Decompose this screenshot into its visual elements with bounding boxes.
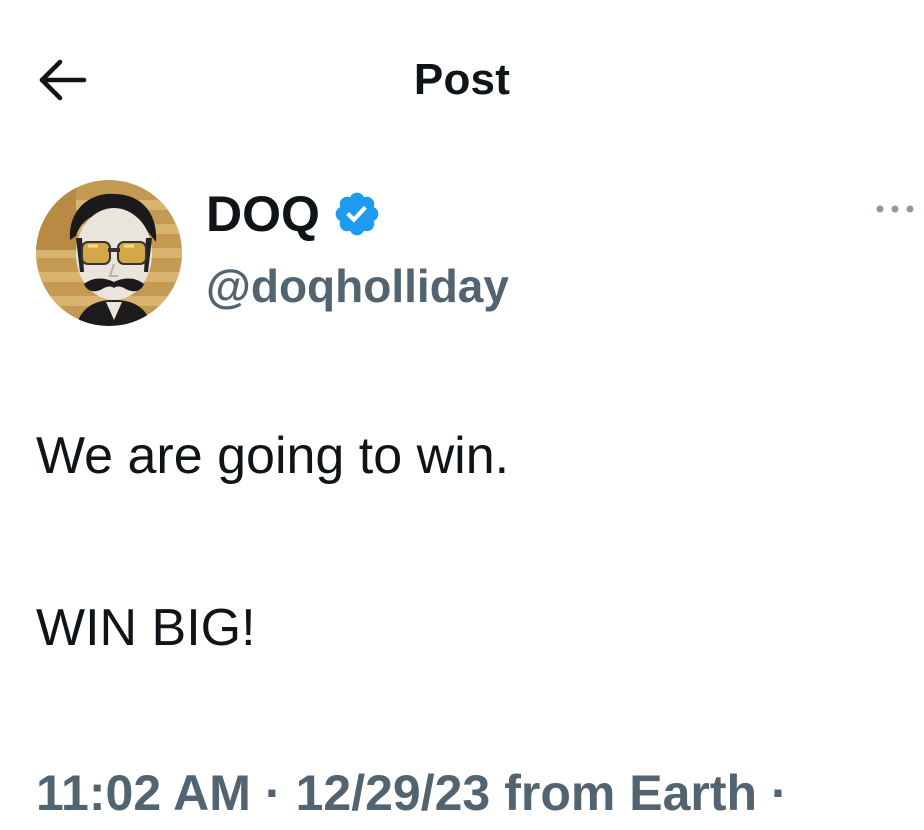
post-source: from Earth [504, 765, 758, 821]
post-date[interactable]: 12/29/23 [296, 762, 491, 824]
avatar[interactable] [36, 180, 182, 326]
meta-trailing-separator: · [771, 765, 788, 821]
author-row: DOQ @doqholliday [36, 180, 916, 330]
meta-separator: · [264, 765, 282, 821]
display-name[interactable]: DOQ [206, 184, 320, 244]
user-handle[interactable]: @doqholliday [206, 256, 509, 316]
more-options-button[interactable] [868, 194, 922, 224]
post-time[interactable]: 11:02 AM [36, 762, 251, 824]
page-title: Post [413, 55, 511, 104]
verified-badge-icon [332, 189, 382, 239]
post-meta: 11:02 AM · 12/29/23 from Earth · [36, 762, 802, 824]
more-dots-icon [873, 202, 917, 216]
post-text-line-1: We are going to win. [36, 427, 510, 485]
post-header: Post [0, 0, 924, 160]
post-text-line-2: WIN BIG! [36, 599, 256, 657]
name-row: DOQ [206, 184, 382, 244]
